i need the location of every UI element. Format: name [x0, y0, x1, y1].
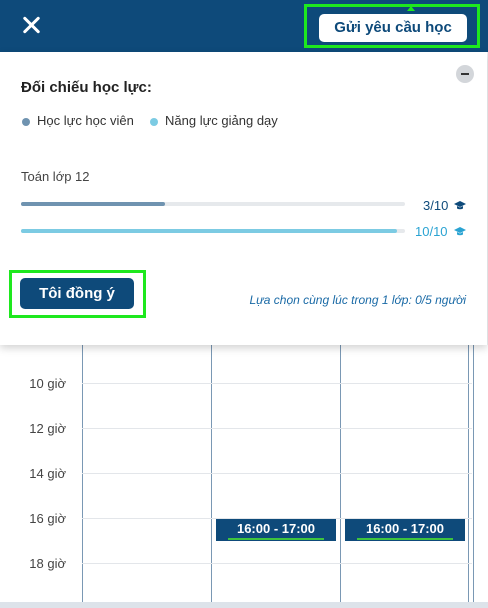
progress-track-teaching	[21, 229, 405, 233]
time-label: 10 giờ	[29, 376, 66, 391]
progress-fill-teaching	[21, 229, 398, 233]
bottom-strip	[0, 602, 488, 608]
column-divider	[473, 345, 474, 608]
slot-underline	[357, 538, 453, 540]
selection-note: Lựa chọn cùng lúc trong 1 lớp: 0/5 người	[249, 293, 466, 307]
time-label: 16 giờ	[29, 511, 66, 526]
highlight-arrow-icon	[407, 6, 415, 11]
top-bar: Gửi yêu cầu học	[0, 0, 488, 52]
minus-circle-icon[interactable]	[456, 65, 474, 83]
legend-dot-student	[22, 118, 30, 126]
comparison-panel: Đối chiếu học lực: Học lực học viên Năng…	[0, 52, 487, 345]
column-divider	[82, 345, 83, 608]
panel-title: Đối chiếu học lực:	[21, 79, 152, 96]
score-student: 3/10	[423, 198, 449, 213]
slot-underline	[228, 538, 324, 540]
time-slot-block[interactable]: 16:00 - 17:00	[216, 519, 336, 541]
graduation-cap-icon	[454, 201, 466, 210]
time-slot-label: 16:00 - 17:00	[365, 521, 445, 536]
progress-fill-student	[21, 202, 165, 206]
legend-label-student: Học lực học viên	[37, 113, 134, 128]
column-divider	[468, 345, 469, 608]
agree-button-highlight: Tôi đồng ý	[9, 270, 146, 318]
subject-label: Toán lớp 12	[21, 169, 90, 184]
time-label: 14 giờ	[29, 466, 66, 481]
hour-line	[82, 473, 472, 474]
time-label: 12 giờ	[29, 421, 66, 436]
progress-track-student	[21, 202, 405, 206]
hour-line	[82, 428, 472, 429]
hour-line	[82, 563, 472, 564]
legend-label-teaching: Năng lực giảng dạy	[165, 113, 278, 128]
time-label: 18 giờ	[29, 556, 66, 571]
column-divider	[340, 345, 341, 608]
column-divider	[211, 345, 212, 608]
agree-button[interactable]: Tôi đồng ý	[20, 278, 134, 309]
graduation-cap-icon	[454, 227, 466, 236]
close-icon[interactable]	[18, 12, 44, 38]
schedule-grid: 10 giờ 12 giờ 14 giờ 16 giờ 18 giờ 16:00…	[0, 345, 488, 608]
legend-dot-teaching	[150, 118, 158, 126]
score-teaching: 10/10	[415, 224, 448, 239]
send-request-button[interactable]: Gửi yêu cầu học	[319, 14, 467, 42]
request-button-highlight: Gửi yêu cầu học	[304, 4, 480, 48]
hour-line	[82, 383, 472, 384]
time-slot-block[interactable]: 16:00 - 17:00	[345, 519, 465, 541]
time-slot-label: 16:00 - 17:00	[236, 521, 316, 536]
